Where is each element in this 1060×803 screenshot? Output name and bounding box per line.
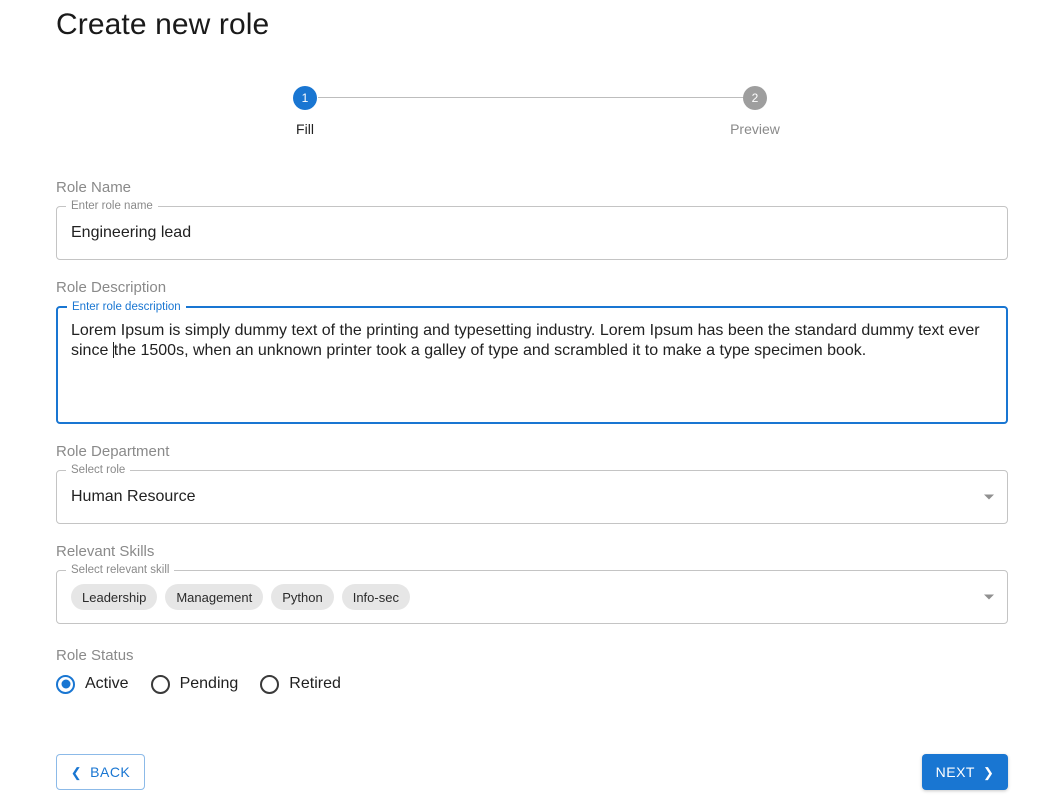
chevron-left-icon: ❮ (71, 766, 82, 779)
step-2-label: Preview (710, 121, 800, 137)
relevant-skills-chip-list: Leadership Management Python Info-sec (57, 571, 1007, 623)
radio-indicator-pending[interactable] (151, 675, 170, 694)
list-item[interactable]: Info-sec (342, 584, 410, 610)
section-role-description: Role Description Enter role description … (56, 278, 1008, 424)
section-role-department: Role Department Select role Human Resour… (56, 442, 1008, 524)
relevant-skills-legend: Select relevant skill (66, 563, 174, 577)
role-status-radio-group: Active Pending Retired (56, 674, 1008, 694)
radio-indicator-retired[interactable] (260, 675, 279, 694)
role-description-value: Lorem Ipsum is simply dummy text of the … (58, 308, 1006, 374)
radio-label-pending: Pending (180, 674, 239, 694)
role-name-input[interactable]: Enter role name Engineering lead (56, 206, 1008, 260)
section-relevant-skills: Relevant Skills Select relevant skill Le… (56, 542, 1008, 624)
next-button-label: NEXT (936, 764, 975, 780)
page-title: Create new role (56, 6, 269, 44)
radio-option-active[interactable]: Active (56, 674, 129, 694)
role-description-text-after-caret: the 1500s, when an unknown printer took … (114, 342, 866, 359)
radio-option-pending[interactable]: Pending (151, 674, 239, 694)
back-button-label: BACK (90, 764, 130, 780)
stepper-connector (318, 97, 752, 98)
relevant-skills-select[interactable]: Select relevant skill Leadership Managem… (56, 570, 1008, 624)
create-role-form: Role Name Enter role name Engineering le… (56, 178, 1008, 694)
relevant-skills-section-label: Relevant Skills (56, 542, 1008, 562)
role-name-value: Engineering lead (57, 207, 1007, 259)
role-status-section-label: Role Status (56, 646, 1008, 666)
radio-option-retired[interactable]: Retired (260, 674, 341, 694)
role-name-legend: Enter role name (66, 199, 158, 213)
list-item[interactable]: Python (271, 584, 333, 610)
stepper-step-preview[interactable]: 2 Preview (710, 86, 800, 137)
form-footer: ❮ BACK NEXT ❯ (56, 754, 1008, 792)
section-role-status: Role Status Active Pending Retired (56, 646, 1008, 694)
role-name-section-label: Role Name (56, 178, 1008, 198)
back-button[interactable]: ❮ BACK (56, 754, 145, 790)
stepper-step-fill[interactable]: 1 Fill (260, 86, 350, 137)
stepper: 1 Fill 2 Preview (260, 86, 800, 150)
chevron-down-icon[interactable] (984, 595, 994, 600)
role-department-legend: Select role (66, 463, 130, 477)
list-item[interactable]: Leadership (71, 584, 157, 610)
role-department-section-label: Role Department (56, 442, 1008, 462)
chevron-right-icon: ❯ (983, 766, 994, 779)
next-button[interactable]: NEXT ❯ (922, 754, 1008, 790)
radio-indicator-active[interactable] (56, 675, 75, 694)
radio-label-active: Active (85, 674, 129, 694)
role-department-value: Human Resource (57, 471, 1007, 523)
role-department-select[interactable]: Select role Human Resource (56, 470, 1008, 524)
role-description-textarea[interactable]: Enter role description Lorem Ipsum is si… (56, 306, 1008, 424)
chevron-down-icon[interactable] (984, 495, 994, 500)
step-1-label: Fill (260, 121, 350, 137)
step-1-circle: 1 (293, 86, 317, 110)
section-role-name: Role Name Enter role name Engineering le… (56, 178, 1008, 260)
list-item[interactable]: Management (165, 584, 263, 610)
step-2-circle: 2 (743, 86, 767, 110)
radio-label-retired: Retired (289, 674, 341, 694)
role-description-section-label: Role Description (56, 278, 1008, 298)
